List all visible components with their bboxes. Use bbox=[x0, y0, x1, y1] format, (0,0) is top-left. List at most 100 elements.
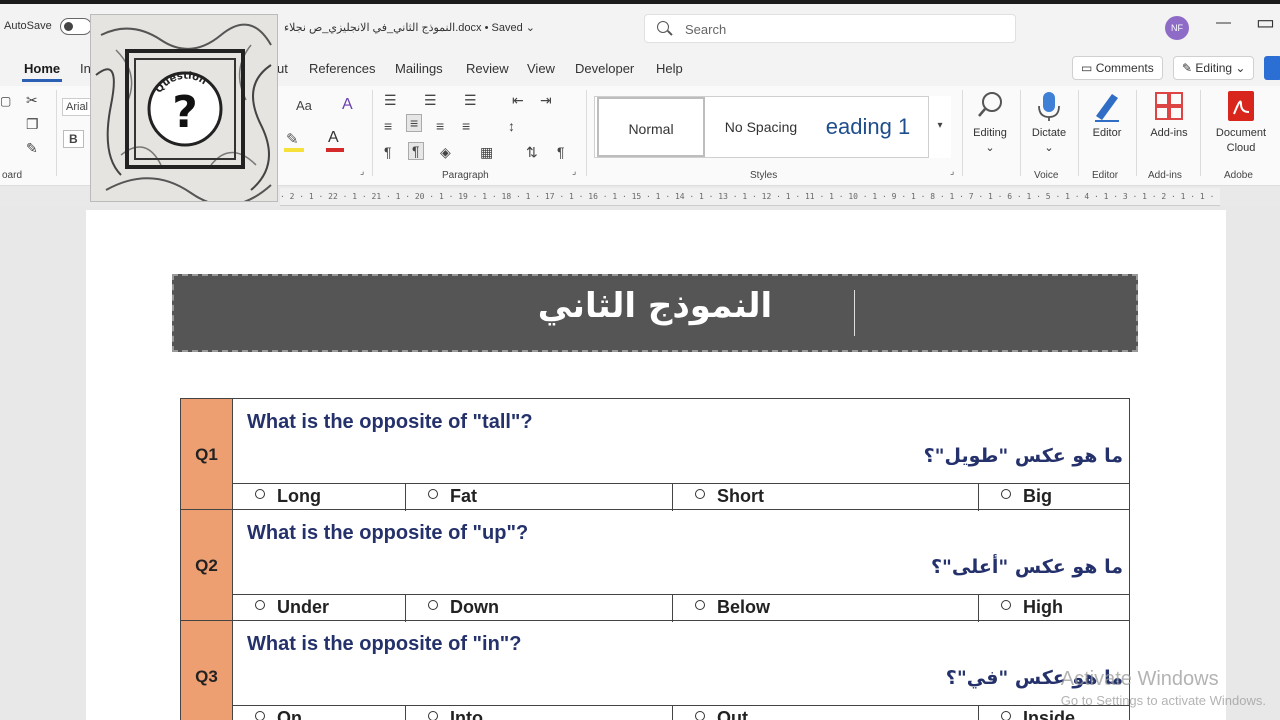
option[interactable]: High bbox=[978, 595, 1129, 622]
style-no-spacing[interactable]: No Spacing bbox=[707, 97, 815, 157]
style-normal[interactable]: Normal bbox=[597, 97, 705, 157]
option[interactable]: Out bbox=[672, 706, 978, 720]
ribbon-separator bbox=[1136, 90, 1137, 176]
borders-icon[interactable]: ▦ bbox=[480, 144, 493, 161]
editor-button[interactable]: Editor bbox=[1084, 126, 1130, 141]
tab-review[interactable]: Review bbox=[466, 61, 509, 76]
radio-icon bbox=[695, 489, 705, 499]
sort-icon[interactable]: ⇅ bbox=[526, 144, 538, 161]
document-cloud-button[interactable]: Document Cloud bbox=[1206, 126, 1276, 156]
editing-mode-button[interactable]: ✎ Editing ⌄ bbox=[1173, 56, 1255, 80]
question-number: Q1 bbox=[181, 399, 233, 510]
tab-references[interactable]: References bbox=[309, 61, 375, 76]
tab-mailings[interactable]: Mailings bbox=[395, 61, 443, 76]
justify-icon[interactable]: ≡ bbox=[462, 118, 470, 134]
ribbon-separator bbox=[56, 90, 57, 176]
center-align-icon[interactable]: ≡ bbox=[406, 114, 423, 132]
option[interactable]: Fat bbox=[405, 484, 672, 511]
rtl-icon[interactable]: ¶ bbox=[408, 142, 424, 160]
restore-icon[interactable]: ▭ bbox=[1256, 10, 1275, 35]
show-marks-icon[interactable]: ¶ bbox=[557, 144, 565, 160]
font-color-icon[interactable]: A bbox=[328, 129, 339, 147]
radio-icon bbox=[255, 600, 265, 610]
document-heading: النموذج الثاني bbox=[537, 286, 773, 326]
minimize-icon[interactable]: — bbox=[1216, 14, 1231, 31]
document-canvas: النموذج الثاني Q1 What is the opposite o… bbox=[0, 206, 1280, 720]
tab-home[interactable]: Home bbox=[24, 61, 60, 76]
radio-icon bbox=[1001, 489, 1011, 499]
option[interactable]: Big bbox=[978, 484, 1129, 511]
tab-layout[interactable]: ut bbox=[277, 61, 288, 76]
style-heading-1[interactable]: eading 1 bbox=[813, 97, 923, 157]
font-color-bar bbox=[326, 148, 344, 152]
option-label: On bbox=[277, 708, 302, 720]
paragraph-dialog-launcher-icon[interactable]: ⌟ bbox=[572, 166, 576, 177]
autosave-toggle[interactable] bbox=[60, 18, 92, 35]
editing-button[interactable]: Editing ⌄ bbox=[964, 126, 1016, 156]
option[interactable]: Down bbox=[405, 595, 672, 622]
group-label-paragraph: Paragraph bbox=[442, 170, 489, 181]
tab-view[interactable]: View bbox=[527, 61, 555, 76]
comments-button[interactable]: ▭ Comments bbox=[1072, 56, 1163, 80]
numbering-icon[interactable]: ☰ bbox=[424, 92, 437, 109]
cut-icon[interactable]: ✂ bbox=[26, 92, 38, 109]
bold-button[interactable]: B bbox=[63, 130, 84, 148]
increase-indent-icon[interactable]: ⇥ bbox=[540, 92, 552, 109]
option[interactable]: Inside bbox=[978, 706, 1129, 720]
decrease-indent-icon[interactable]: ⇤ bbox=[512, 92, 524, 109]
question-text-en: What is the opposite of "tall"? bbox=[247, 411, 533, 433]
option[interactable]: On bbox=[233, 706, 405, 720]
align-right-icon[interactable]: ≡ bbox=[436, 118, 444, 134]
paste-icon[interactable]: ▢ bbox=[0, 94, 11, 108]
question-text-en: What is the opposite of "in"? bbox=[247, 633, 522, 655]
line-spacing-icon[interactable]: ↕ bbox=[508, 118, 515, 134]
search-icon bbox=[657, 21, 669, 33]
styles-more-button[interactable]: ▾ bbox=[928, 96, 951, 158]
highlight-color-bar bbox=[284, 148, 304, 152]
font-name-box[interactable]: Arial bbox=[62, 98, 93, 116]
question-text-en: What is the opposite of "up"? bbox=[247, 522, 529, 544]
option[interactable]: Into bbox=[405, 706, 672, 720]
dictate-button[interactable]: Dictate ⌄ bbox=[1024, 126, 1074, 156]
question-number: Q2 bbox=[181, 510, 233, 621]
radio-icon bbox=[255, 489, 265, 499]
clear-formatting-icon[interactable]: A bbox=[342, 96, 353, 114]
title-text-box[interactable]: النموذج الثاني bbox=[172, 274, 1138, 352]
addins-icon bbox=[1155, 92, 1183, 120]
option[interactable]: Long bbox=[233, 484, 405, 511]
active-tab-indicator bbox=[22, 79, 62, 82]
option-label: Down bbox=[450, 597, 499, 617]
option[interactable]: Under bbox=[233, 595, 405, 622]
multilevel-list-icon[interactable]: ☰ bbox=[464, 92, 477, 109]
ribbon-separator bbox=[1078, 90, 1079, 176]
font-dialog-launcher-icon[interactable]: ⌟ bbox=[360, 166, 364, 177]
share-button[interactable] bbox=[1264, 56, 1280, 80]
align-left-icon[interactable]: ≡ bbox=[384, 118, 392, 134]
format-painter-icon[interactable]: ✎ bbox=[26, 140, 38, 157]
radio-icon bbox=[428, 711, 438, 720]
option-label: Below bbox=[717, 597, 771, 617]
shading-icon[interactable]: ◈ bbox=[440, 144, 451, 161]
horizontal-ruler[interactable]: · 2 · 1 · 22 · 1 · 21 · 1 · 20 · 1 · 19 … bbox=[280, 188, 1220, 206]
tab-developer[interactable]: Developer bbox=[575, 61, 634, 76]
document-page[interactable]: النموذج الثاني Q1 What is the opposite o… bbox=[86, 210, 1226, 720]
change-case-button[interactable]: Aa bbox=[296, 98, 312, 113]
copy-icon[interactable]: ❐ bbox=[26, 116, 39, 133]
styles-dialog-launcher-icon[interactable]: ⌟ bbox=[950, 166, 954, 177]
tab-help[interactable]: Help bbox=[656, 61, 683, 76]
question-row: Q1 What is the opposite of "tall"? ما هو… bbox=[180, 398, 1130, 511]
bullets-icon[interactable]: ☰ bbox=[384, 92, 397, 109]
ltr-icon[interactable]: ¶ bbox=[384, 144, 392, 160]
highlight-icon[interactable]: ✎ bbox=[286, 130, 299, 148]
question-number: Q3 bbox=[181, 621, 233, 720]
search-input[interactable]: Search bbox=[644, 14, 1016, 43]
addins-button[interactable]: Add-ins bbox=[1144, 126, 1194, 141]
option[interactable]: Below bbox=[672, 595, 978, 622]
avatar[interactable]: NF bbox=[1165, 16, 1189, 40]
comments-label: Comments bbox=[1095, 61, 1154, 75]
document-title[interactable]: النموذج الثاني_في الانجليزي_ص نجلاء.docx… bbox=[284, 21, 535, 34]
option[interactable]: Short bbox=[672, 484, 978, 511]
dictate-button-label: Dictate bbox=[1031, 127, 1067, 139]
svg-text:?: ? bbox=[172, 87, 198, 138]
radio-icon bbox=[428, 600, 438, 610]
